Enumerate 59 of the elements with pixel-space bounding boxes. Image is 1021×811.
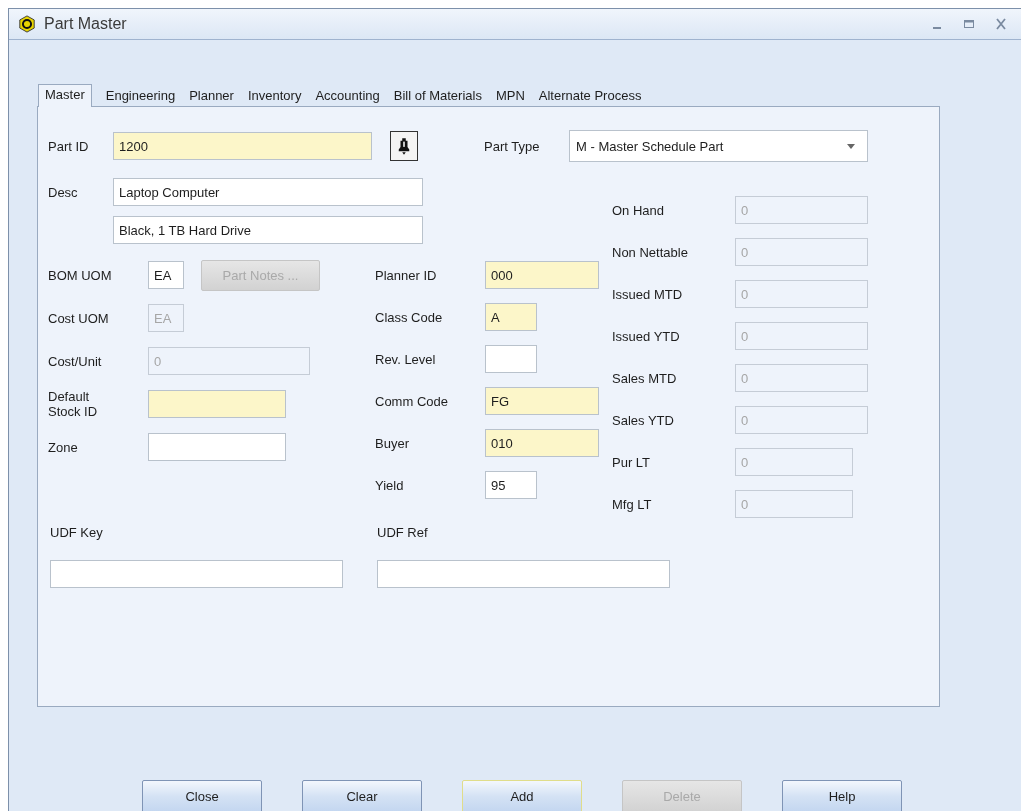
bell-icon (397, 137, 411, 155)
text-field[interactable] (50, 560, 343, 588)
text-field[interactable]: FG (485, 387, 599, 415)
field-label: Comm Code (375, 393, 449, 409)
tab[interactable]: Master (38, 84, 92, 107)
field-label: UDF Ref (377, 525, 429, 540)
text-field[interactable]: A (485, 303, 537, 331)
tab[interactable]: Inventory (247, 86, 302, 106)
field-label: Sales YTD (612, 412, 675, 428)
field-label: Part ID (48, 138, 90, 154)
field-label: Non Nettable (612, 244, 689, 260)
field-label: On Hand (612, 202, 666, 218)
tab[interactable]: Engineering (105, 86, 176, 106)
field-label: Mfg LT (612, 496, 653, 512)
window-title: Part Master (44, 15, 127, 33)
text-field[interactable]: 95 (485, 471, 537, 499)
tab[interactable]: Planner (189, 86, 234, 106)
close-icon[interactable] (995, 18, 1007, 30)
part-type-dropdown[interactable]: M - Master Schedule Part (569, 130, 868, 162)
button[interactable]: Clear (302, 780, 422, 811)
tab[interactable]: MPN (495, 86, 525, 106)
text-field[interactable] (485, 345, 537, 373)
maximize-icon[interactable] (963, 18, 975, 30)
text-field[interactable]: 1200 (113, 132, 372, 160)
field-label: Cost/Unit (48, 353, 103, 369)
field-label: Cost UOM (48, 310, 110, 326)
text-field[interactable] (148, 433, 286, 461)
field-label: Pur LT (612, 454, 652, 470)
field-label: Part Type (484, 138, 541, 154)
field-label: BOM UOM (48, 267, 113, 283)
field-label: Zone (48, 439, 79, 455)
text-field[interactable]: Laptop Computer (113, 178, 423, 206)
field-label: Buyer (375, 435, 410, 451)
field-label: Default Stock ID (48, 389, 99, 419)
text-field[interactable]: Black, 1 TB Hard Drive (113, 216, 423, 244)
button[interactable]: Help (782, 780, 902, 811)
text-field[interactable]: 000 (485, 261, 599, 289)
tab[interactable]: Accounting (315, 86, 380, 106)
field-label: Issued YTD (612, 328, 681, 344)
field-label: Desc (48, 184, 79, 200)
tab[interactable]: Alternate Process (538, 86, 642, 106)
dropdown-value: M - Master Schedule Part (576, 138, 724, 154)
field-label: Planner ID (375, 267, 438, 283)
hexagon-icon (18, 15, 36, 33)
text-field[interactable]: 010 (485, 429, 599, 457)
tab[interactable]: Bill of Materials (393, 86, 482, 106)
field-label: Sales MTD (612, 370, 678, 386)
text-field[interactable] (377, 560, 670, 588)
button[interactable]: Add (462, 780, 582, 811)
field-label: Rev. Level (375, 351, 437, 367)
field-label: Issued MTD (612, 286, 684, 302)
text-field[interactable] (148, 390, 286, 418)
field-label: Class Code (375, 309, 444, 325)
caret-icon (847, 143, 855, 149)
button[interactable]: Close (142, 780, 262, 811)
text-field[interactable]: EA (148, 261, 184, 289)
field-label: Yield (375, 477, 405, 493)
field-label: UDF Key (50, 525, 104, 540)
bell-button[interactable] (390, 131, 418, 161)
